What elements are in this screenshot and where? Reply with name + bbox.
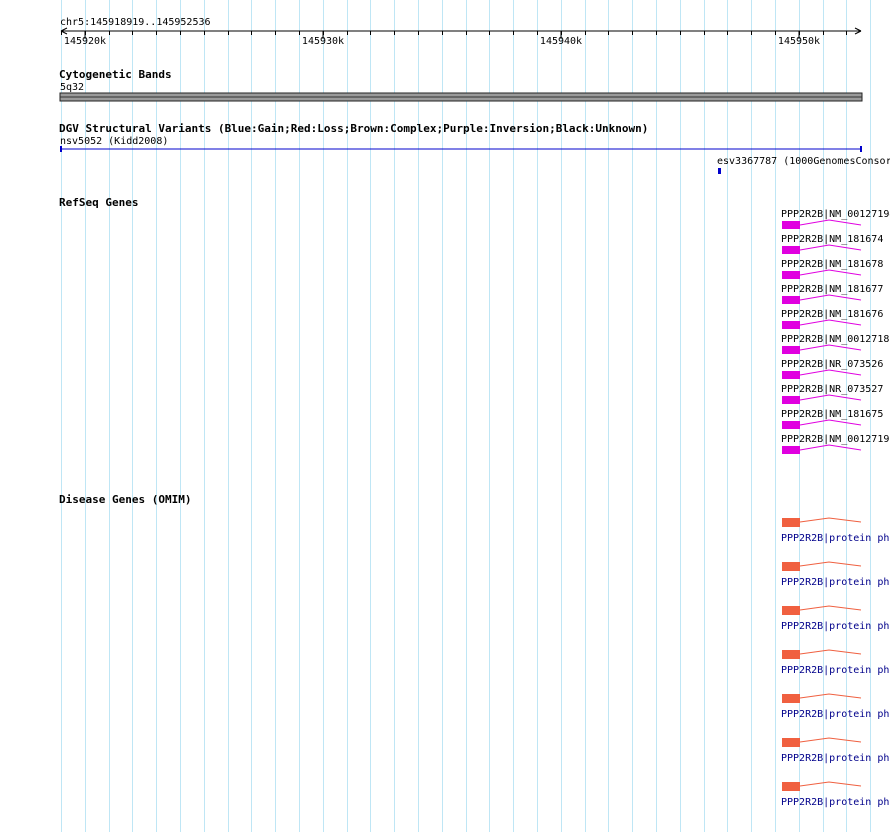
- dgv-variant-label[interactable]: nsv5052 (Kidd2008): [60, 136, 168, 147]
- refseq-intron: [799, 369, 862, 376]
- omim-exon[interactable]: [782, 694, 800, 703]
- omim-intron: [799, 561, 862, 567]
- refseq-transcript-label[interactable]: PPP2R2B|NM_181674: [781, 234, 883, 245]
- ruler-tick-label: 145930k: [302, 36, 344, 47]
- refseq-intron: [799, 344, 862, 351]
- refseq-transcript[interactable]: PPP2R2B|NM_181674: [781, 234, 883, 254]
- omim-exon[interactable]: [782, 782, 800, 791]
- refseq-track-title: RefSeq Genes: [59, 196, 138, 209]
- refseq-transcript-label[interactable]: PPP2R2B|NM_181675: [781, 409, 883, 420]
- omim-intron: [799, 781, 862, 787]
- dgv-track-title: DGV Structural Variants (Blue:Gain;Red:L…: [59, 122, 648, 135]
- omim-exon[interactable]: [782, 650, 800, 659]
- dgv-variant-start-mark: [60, 146, 62, 152]
- ruler-tick-label: 145920k: [64, 36, 106, 47]
- refseq-exon[interactable]: [782, 446, 800, 454]
- refseq-transcript-label[interactable]: PPP2R2B|NM_001271900: [781, 434, 890, 445]
- omim-entry-label[interactable]: PPP2R2B|protein phosphatase 2, regulator…: [781, 753, 890, 764]
- refseq-transcript[interactable]: PPP2R2B|NR_073526: [781, 359, 883, 379]
- omim-track: Disease Genes (OMIM) PPP2R2B|protein pho…: [59, 493, 890, 808]
- omim-entry-label[interactable]: PPP2R2B|protein phosphatase 2, regulator…: [781, 665, 890, 676]
- omim-entry[interactable]: PPP2R2B|protein phosphatase 2, regulator…: [781, 517, 890, 544]
- refseq-exon[interactable]: [782, 221, 800, 229]
- dgv-variant-label[interactable]: esv3367787 (1000GenomesConsortiumPilotPr…: [717, 156, 890, 167]
- ruler-tick-label: 145950k: [778, 36, 820, 47]
- omim-exon[interactable]: [782, 518, 800, 527]
- omim-entry-label[interactable]: PPP2R2B|protein phosphatase 2, regulator…: [781, 533, 890, 544]
- genome-track-view: chr5:145918919..145952536 145920k 145930…: [59, 0, 890, 832]
- refseq-track: RefSeq Genes PPP2R2B|NM_001271948 PPP2R2B…: [59, 196, 890, 454]
- refseq-transcript-label[interactable]: PPP2R2B|NR_073526: [781, 359, 883, 370]
- refseq-intron: [799, 294, 862, 301]
- omim-entry-label[interactable]: PPP2R2B|protein phosphatase 2, regulator…: [781, 709, 890, 720]
- omim-exon[interactable]: [782, 606, 800, 615]
- refseq-transcript[interactable]: PPP2R2B|NM_181675: [781, 409, 883, 429]
- refseq-transcript-label[interactable]: PPP2R2B|NM_181676: [781, 309, 883, 320]
- omim-entry[interactable]: PPP2R2B|protein phosphatase 2, regulator…: [781, 561, 890, 588]
- dgv-variant-bar[interactable]: [718, 168, 721, 174]
- refseq-transcript[interactable]: PPP2R2B|NM_001271900: [781, 434, 890, 454]
- refseq-transcript-label[interactable]: PPP2R2B|NM_001271948: [781, 209, 890, 220]
- ruler-tick-label: 145940k: [540, 36, 582, 47]
- omim-intron: [799, 605, 862, 611]
- refseq-exon[interactable]: [782, 421, 800, 429]
- refseq-intron: [799, 419, 862, 426]
- refseq-transcript[interactable]: PPP2R2B|NM_001271948: [781, 209, 890, 229]
- omim-entry-label[interactable]: PPP2R2B|protein phosphatase 2, regulator…: [781, 797, 890, 808]
- omim-exon[interactable]: [782, 562, 800, 571]
- refseq-intron: [799, 219, 862, 226]
- cytoband-label[interactable]: 5q32: [60, 82, 84, 93]
- refseq-exon[interactable]: [782, 371, 800, 379]
- omim-track-title: Disease Genes (OMIM): [59, 493, 191, 506]
- dgv-track: DGV Structural Variants (Blue:Gain;Red:L…: [59, 122, 890, 174]
- refseq-intron: [799, 319, 862, 326]
- ruler-minor-ticks: [61, 31, 847, 35]
- refseq-transcript[interactable]: PPP2R2B|NM_181678: [781, 259, 883, 279]
- ruler-location-label: chr5:145918919..145952536: [60, 17, 211, 28]
- refseq-intron: [799, 444, 862, 451]
- refseq-transcript[interactable]: PPP2R2B|NM_181677: [781, 284, 883, 304]
- omim-intron: [799, 517, 862, 523]
- refseq-transcript-label[interactable]: PPP2R2B|NM_181678: [781, 259, 883, 270]
- cytoband-track-title: Cytogenetic Bands: [59, 68, 172, 81]
- refseq-transcript[interactable]: PPP2R2B|NM_181676: [781, 309, 883, 329]
- refseq-transcript-label[interactable]: PPP2R2B|NM_181677: [781, 284, 883, 295]
- refseq-intron: [799, 244, 862, 251]
- omim-entry-label[interactable]: PPP2R2B|protein phosphatase 2, regulator…: [781, 621, 890, 632]
- omim-entry[interactable]: PPP2R2B|protein phosphatase 2, regulator…: [781, 649, 890, 676]
- omim-intron: [799, 649, 862, 655]
- omim-entry[interactable]: PPP2R2B|protein phosphatase 2, regulator…: [781, 737, 890, 764]
- omim-entry[interactable]: PPP2R2B|protein phosphatase 2, regulator…: [781, 781, 890, 808]
- refseq-exon[interactable]: [782, 321, 800, 329]
- refseq-intron: [799, 269, 862, 276]
- omim-intron: [799, 737, 862, 743]
- refseq-exon[interactable]: [782, 396, 800, 404]
- omim-entry-label[interactable]: PPP2R2B|protein phosphatase 2, regulator…: [781, 577, 890, 588]
- refseq-transcript-label[interactable]: PPP2R2B|NR_073527: [781, 384, 883, 395]
- refseq-transcript[interactable]: PPP2R2B|NM_001271899: [781, 334, 890, 354]
- omim-entry[interactable]: PPP2R2B|protein phosphatase 2, regulator…: [781, 605, 890, 632]
- refseq-transcript-label[interactable]: PPP2R2B|NM_001271899: [781, 334, 890, 345]
- cytoband-track: Cytogenetic Bands 5q32: [59, 68, 863, 102]
- refseq-exon[interactable]: [782, 271, 800, 279]
- refseq-exon[interactable]: [782, 246, 800, 254]
- refseq-exon[interactable]: [782, 346, 800, 354]
- refseq-intron: [799, 394, 862, 401]
- dgv-variant-end-mark: [860, 146, 862, 152]
- omim-entry[interactable]: PPP2R2B|protein phosphatase 2, regulator…: [781, 693, 890, 720]
- refseq-transcript[interactable]: PPP2R2B|NR_073527: [781, 384, 883, 404]
- refseq-exon[interactable]: [782, 296, 800, 304]
- omim-exon[interactable]: [782, 738, 800, 747]
- omim-intron: [799, 693, 862, 699]
